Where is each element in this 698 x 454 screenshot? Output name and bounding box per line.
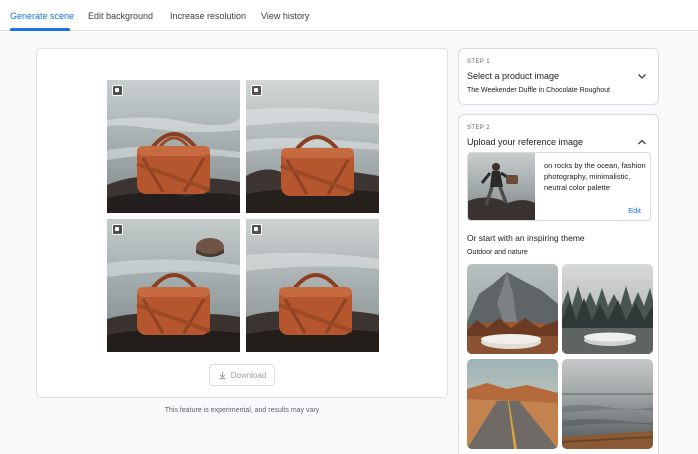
step1-label: STEP 1: [467, 59, 490, 65]
step2-card: STEP 2 Upload your reference image on ro…: [458, 114, 659, 454]
select-checkbox[interactable]: [112, 85, 123, 96]
tab-edit-background[interactable]: Edit background: [88, 11, 153, 21]
step2-label: STEP 2: [467, 125, 490, 131]
result-image-4[interactable]: [246, 219, 379, 352]
step1-card[interactable]: STEP 1 Select a product image The Weeken…: [458, 48, 659, 105]
theme-desert-road[interactable]: [467, 359, 558, 449]
tab-view-history[interactable]: View history: [261, 11, 309, 21]
tab-bar: Generate scene Edit background Increase …: [0, 0, 698, 31]
themes-heading: Or start with an inspiring theme: [467, 233, 585, 243]
result-image-1[interactable]: [107, 80, 240, 213]
theme-misty-forest[interactable]: [562, 264, 653, 354]
reference-image-box: on rocks by the ocean, fashion photograp…: [467, 152, 651, 221]
result-image-3[interactable]: [107, 219, 240, 352]
tab-increase-resolution[interactable]: Increase resolution: [170, 11, 246, 21]
main-area: Download This feature is experimental, a…: [0, 32, 458, 454]
chevron-down-icon[interactable]: [636, 70, 648, 82]
steps-panel: STEP 1 Select a product image The Weeken…: [458, 32, 698, 454]
results-card: Download: [36, 48, 448, 398]
step1-title: Select a product image: [467, 71, 560, 81]
results-grid: [107, 80, 379, 352]
reference-prompt-text: on rocks by the ocean, fashion photograp…: [544, 161, 646, 192]
step1-selected-product: The Weekender Duffle in Chocolate Rougho…: [467, 87, 610, 94]
step2-title: Upload your reference image: [467, 137, 584, 147]
result-image-2[interactable]: [246, 80, 379, 213]
select-checkbox[interactable]: [251, 224, 262, 235]
edit-reference-link[interactable]: Edit: [628, 206, 641, 215]
download-label: Download: [230, 370, 267, 380]
tab-generate-scene[interactable]: Generate scene: [10, 11, 74, 21]
themes-category: Outdoor and nature: [467, 249, 528, 256]
active-tab-indicator: [10, 28, 70, 31]
theme-mountain[interactable]: [467, 264, 558, 354]
select-checkbox[interactable]: [112, 224, 123, 235]
disclaimer-text: This feature is experimental, and result…: [164, 407, 320, 414]
theme-ocean[interactable]: [562, 359, 653, 449]
select-checkbox[interactable]: [251, 85, 262, 96]
reference-image-thumbnail: [468, 153, 535, 220]
download-icon: [219, 371, 226, 379]
download-button[interactable]: Download: [209, 364, 275, 386]
chevron-up-icon[interactable]: [636, 136, 648, 148]
